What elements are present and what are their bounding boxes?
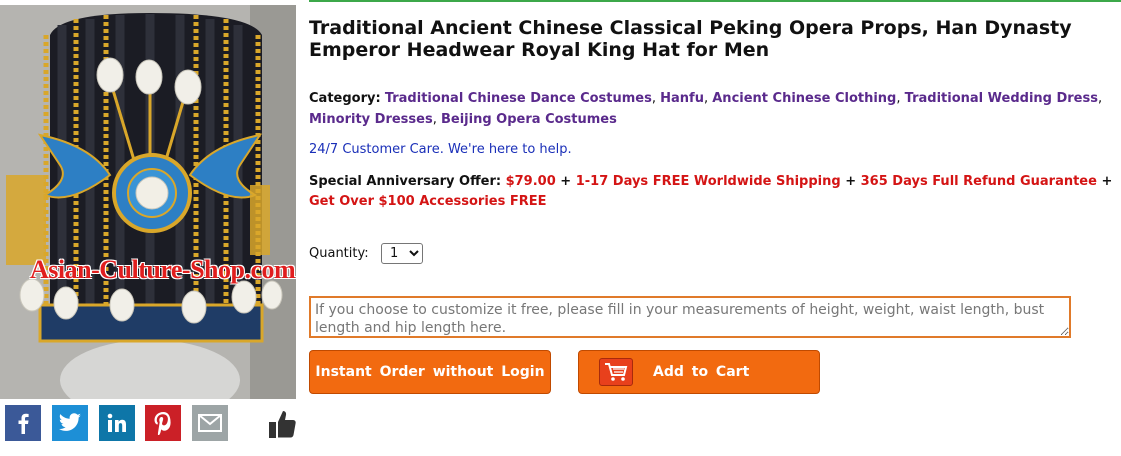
category-link-ancient-clothing[interactable]: Ancient Chinese Clothing: [712, 91, 896, 106]
add-to-cart-label: Add to Cart: [653, 364, 750, 380]
category-separator: ,: [432, 112, 437, 127]
quantity-label: Quantity:: [309, 246, 369, 261]
thumbs-up-icon: [269, 411, 296, 438]
offer-accessories: Get Over $100 Accessories FREE: [309, 194, 547, 209]
measurements-textarea[interactable]: [309, 296, 1071, 338]
category-separator: ,: [651, 91, 656, 106]
facebook-icon: [18, 413, 29, 434]
twitter-share-button[interactable]: [52, 405, 88, 441]
offer-refund: 365 Days Full Refund Guarantee: [860, 174, 1097, 189]
category-link-opera-costumes[interactable]: Beijing Opera Costumes: [441, 112, 617, 127]
email-share-button[interactable]: [192, 405, 228, 441]
shopping-cart-icon: [599, 358, 633, 386]
pinterest-icon: [154, 412, 171, 435]
linkedin-icon: [107, 413, 126, 432]
offer-plus: +: [1101, 174, 1113, 189]
offer-label: Special Anniversary Offer:: [309, 174, 502, 189]
category-separator: ,: [1097, 91, 1103, 106]
offer-price: $79.00: [505, 174, 556, 189]
add-to-cart-button[interactable]: Add to Cart: [578, 350, 820, 394]
offer-shipping: 1-17 Days FREE Worldwide Shipping: [575, 174, 841, 189]
product-title: Traditional Ancient Chinese Classical Pe…: [309, 17, 1072, 61]
offer-plus: +: [845, 174, 857, 189]
email-icon: [198, 414, 222, 432]
twitter-icon: [58, 413, 81, 431]
instant-order-button[interactable]: Instant Order without Login: [309, 350, 551, 394]
linkedin-share-button[interactable]: [99, 405, 135, 441]
pinterest-share-button[interactable]: [145, 405, 181, 441]
like-button[interactable]: [266, 408, 298, 444]
category-link-minority-dresses[interactable]: Minority Dresses: [309, 112, 433, 127]
emperor-hat-illustration: [0, 5, 296, 399]
top-divider: [309, 0, 1121, 2]
quantity-select[interactable]: 1: [381, 243, 423, 264]
category-link-hanfu[interactable]: Hanfu: [660, 91, 704, 106]
product-image: Asian-Culture-Shop.com: [0, 5, 296, 399]
offer-plus: +: [560, 174, 572, 189]
category-separator: ,: [703, 91, 709, 106]
special-offer: Special Anniversary Offer: $79.00 + 1-17…: [309, 172, 1121, 212]
category-separator: ,: [896, 91, 901, 106]
category-line: Category: Traditional Chinese Dance Cost…: [309, 88, 1121, 130]
instant-order-label: Instant Order without Login: [315, 364, 545, 380]
watermark-logo: Asian-Culture-Shop.com: [30, 255, 296, 284]
facebook-share-button[interactable]: [5, 405, 41, 441]
customer-care-text: 24/7 Customer Care. We're here to help.: [309, 142, 572, 157]
category-label: Category:: [309, 91, 381, 106]
category-link-wedding-dress[interactable]: Traditional Wedding Dress: [905, 91, 1098, 106]
category-link-dance-costumes[interactable]: Traditional Chinese Dance Costumes: [385, 91, 652, 106]
